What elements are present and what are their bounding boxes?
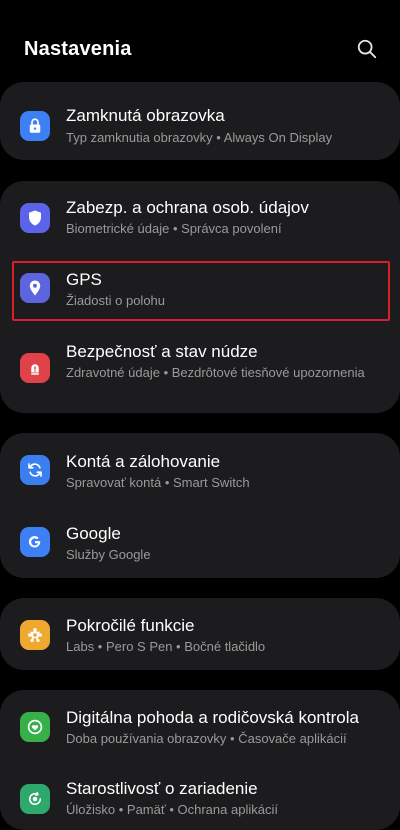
item-subtitle: Žiadosti o polohu <box>66 293 166 308</box>
shield-icon <box>20 203 50 233</box>
search-icon <box>357 39 377 59</box>
emergency-alert-icon <box>20 353 50 383</box>
google-icon <box>20 527 50 557</box>
settings-item-digital-wellbeing[interactable]: Digitálna pohoda a rodičovská kontrola D… <box>0 690 400 762</box>
item-subtitle: Spravovať kontá • Smart Switch <box>66 475 250 490</box>
item-subtitle: Typ zamknutia obrazovky • Always On Disp… <box>66 130 333 145</box>
item-subtitle: Doba používania obrazovky • Časovače apl… <box>66 731 347 746</box>
settings-card-wellbeing: Digitálna pohoda a rodičovská kontrola D… <box>0 690 400 830</box>
item-title: Zamknutá obrazovka <box>66 106 225 125</box>
settings-item-advanced-features[interactable]: Pokročilé funkcie Labs • Pero S Pen • Bo… <box>0 598 400 670</box>
settings-item-lock-screen[interactable]: Zamknutá obrazovka Typ zamknutia obrazov… <box>0 82 400 160</box>
lock-icon <box>20 111 50 141</box>
sync-icon <box>20 455 50 485</box>
settings-item-safety-emergency[interactable]: Bezpečnosť a stav núdze Zdravotné údaje … <box>0 325 400 413</box>
search-button[interactable] <box>352 34 382 64</box>
settings-item-gps[interactable]: GPS Žiadosti o polohu <box>0 253 400 325</box>
item-title: Google <box>66 524 121 543</box>
app-header: Nastavenia <box>0 0 400 90</box>
device-care-icon <box>20 784 50 814</box>
page-title: Nastavenia <box>24 38 132 60</box>
settings-item-accounts-backup[interactable]: Kontá a zálohovanie Spravovať kontá • Sm… <box>0 433 400 505</box>
item-subtitle: Zdravotné údaje • Bezdrôtové tiesňové up… <box>66 365 365 380</box>
settings-card-lock: Zamknutá obrazovka Typ zamknutia obrazov… <box>0 82 400 160</box>
settings-item-device-care[interactable]: Starostlivosť o zariadenie Úložisko • Pa… <box>0 762 400 830</box>
puzzle-gear-icon <box>20 620 50 650</box>
item-title: Kontá a zálohovanie <box>66 452 221 471</box>
item-subtitle: Služby Google <box>66 547 151 562</box>
item-title: Pokročilé funkcie <box>66 616 195 635</box>
item-subtitle: Biometrické údaje • Správca povolení <box>66 221 282 236</box>
item-title: Bezpečnosť a stav núdze <box>66 342 258 361</box>
heart-circle-icon <box>20 712 50 742</box>
item-title: Starostlivosť o zariadenie <box>66 779 258 798</box>
settings-item-security-privacy[interactable]: Zabezp. a ochrana osob. údajov Biometric… <box>0 181 400 253</box>
item-title: GPS <box>66 270 102 289</box>
item-title: Digitálna pohoda a rodičovská kontrola <box>66 708 359 727</box>
item-subtitle: Úložisko • Pamäť • Ochrana aplikácií <box>66 802 278 817</box>
settings-item-google[interactable]: Google Služby Google <box>0 505 400 578</box>
settings-card-advanced: Pokročilé funkcie Labs • Pero S Pen • Bo… <box>0 598 400 670</box>
item-title: Zabezp. a ochrana osob. údajov <box>66 198 309 217</box>
settings-card-security: Zabezp. a ochrana osob. údajov Biometric… <box>0 181 400 413</box>
location-pin-icon <box>20 273 50 303</box>
settings-card-accounts: Kontá a zálohovanie Spravovať kontá • Sm… <box>0 433 400 578</box>
item-subtitle: Labs • Pero S Pen • Bočné tlačidlo <box>66 639 266 654</box>
